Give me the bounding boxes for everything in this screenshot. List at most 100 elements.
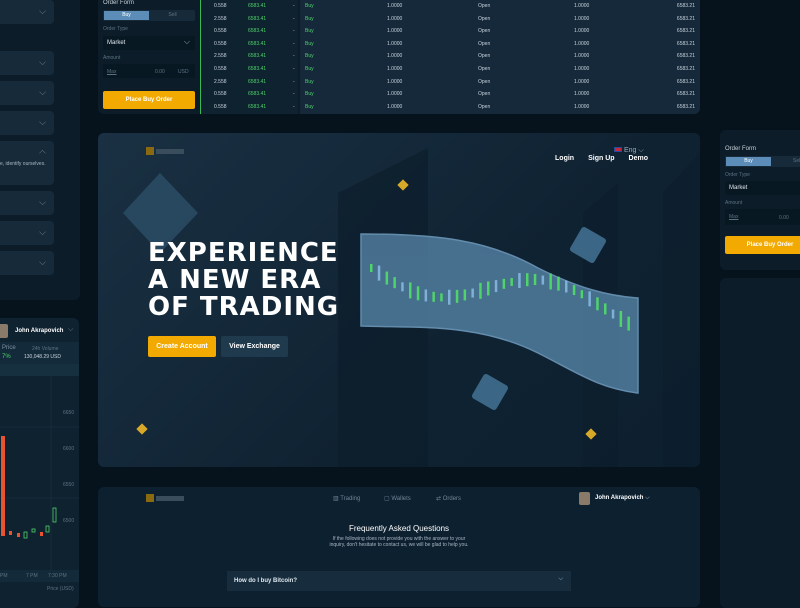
candle bbox=[45, 525, 50, 533]
faq-item[interactable]: ⌵ bbox=[0, 221, 54, 245]
order-book-row[interactable]: 0.558 6583.41- bbox=[201, 0, 298, 12]
chevron-down-icon: ⌵ bbox=[39, 117, 46, 127]
login-link[interactable]: Login bbox=[555, 155, 574, 162]
trading-panel: Order Form Buy Sell Order Type Market ⌵ A… bbox=[98, 0, 700, 114]
ribbon-candle bbox=[588, 291, 591, 307]
hero-title: EXPERIENCE A NEW ERA OF TRADING bbox=[148, 238, 340, 322]
ribbon-candle bbox=[510, 277, 513, 286]
candle bbox=[1, 436, 5, 536]
ribbon-candle bbox=[416, 286, 420, 301]
tab-wallets[interactable]: ▢ Wallets bbox=[384, 495, 411, 502]
table-row[interactable]: Buy 1.0000 Open 1.0000 6583.21 bbox=[300, 101, 700, 113]
ribbon-candle bbox=[549, 273, 552, 290]
candle bbox=[52, 507, 57, 523]
ribbon-candle bbox=[518, 273, 521, 289]
max-link[interactable]: Max bbox=[729, 214, 738, 220]
order-book-row[interactable]: 2.558 6583.41- bbox=[201, 50, 298, 62]
faq-item[interactable]: ⌵ bbox=[0, 51, 54, 75]
order-type-select[interactable]: Market bbox=[725, 181, 800, 195]
place-buy-order-button[interactable]: Place Buy Order bbox=[725, 236, 800, 254]
order-book-row[interactable]: 0.558 6583.41- bbox=[201, 25, 298, 37]
faq-item[interactable]: ⌵ bbox=[0, 81, 54, 105]
ribbon-candle bbox=[448, 289, 451, 305]
logo bbox=[146, 147, 154, 155]
faq-title: Frequently Asked Questions bbox=[348, 524, 450, 533]
order-form: Order Form Buy Sell Order Type Market ⌵ A… bbox=[98, 0, 199, 114]
sell-tab[interactable]: Sell bbox=[151, 11, 194, 20]
order-book-row[interactable]: 2.558 6583.41- bbox=[201, 76, 298, 88]
max-link[interactable]: Max bbox=[107, 69, 116, 75]
candlestick-chart bbox=[0, 376, 79, 572]
amount-input[interactable]: Max 0.00 bbox=[725, 209, 800, 225]
ribbon-candle bbox=[611, 309, 615, 319]
chevron-down-icon: ⌵ bbox=[39, 257, 46, 267]
chevron-down-icon: ⌵ bbox=[39, 6, 46, 16]
ribbon-candle bbox=[409, 282, 412, 299]
faq-item[interactable]: ⌵ bbox=[0, 111, 54, 135]
order-book-row[interactable]: 0.558 6583.41- bbox=[201, 38, 298, 50]
ribbon-candle bbox=[463, 289, 467, 301]
orders-table: Buy 1.0000 Open 1.0000 6583.21 Buy 1.0000 Open 1… bbox=[300, 0, 700, 114]
order-book-row[interactable]: 0.558 6583.41- bbox=[201, 101, 298, 113]
table-row[interactable]: Buy 1.0000 Open 1.0000 6583.21 bbox=[300, 38, 700, 50]
ribbon-candle bbox=[432, 291, 435, 302]
right-panel bbox=[720, 278, 800, 608]
left-chart-panel: John Akrapovich ⌵ Price 7% 24h Volume 13… bbox=[0, 318, 79, 608]
place-buy-order-button[interactable]: Place Buy Order bbox=[103, 91, 195, 109]
demo-link[interactable]: Demo bbox=[629, 155, 648, 162]
ribbon-candle bbox=[526, 273, 529, 287]
table-row[interactable]: Buy 1.0000 Open 1.0000 6583.21 bbox=[300, 0, 700, 12]
table-row[interactable]: Buy 1.0000 Open 1.0000 6583.21 bbox=[300, 13, 700, 25]
signup-link[interactable]: Sign Up bbox=[588, 155, 614, 162]
tab-orders[interactable]: ⇄ Orders bbox=[436, 495, 461, 502]
chevron-down-icon: ⌵ bbox=[39, 57, 46, 67]
faq-panel: ▥ Trading ▢ Wallets ⇄ Orders John Akrapo… bbox=[98, 487, 700, 607]
ribbon-candle bbox=[455, 289, 459, 303]
user-menu[interactable]: John Akrapovich ⌵ bbox=[595, 495, 650, 502]
user-name[interactable]: John Akrapovich bbox=[15, 328, 63, 334]
candle bbox=[23, 531, 28, 539]
sell-tab[interactable]: Sell bbox=[793, 157, 800, 166]
ribbon-candle bbox=[572, 285, 576, 296]
faq-item[interactable]: ⌵ bbox=[0, 191, 54, 215]
ribbon-candle bbox=[370, 264, 373, 272]
table-row[interactable]: Buy 1.0000 Open 1.0000 6583.21 bbox=[300, 88, 700, 100]
candle bbox=[9, 531, 12, 535]
create-account-button[interactable]: Create Account bbox=[148, 336, 216, 357]
logo bbox=[146, 494, 154, 502]
order-book-row[interactable]: 0.558 6583.41- bbox=[201, 88, 298, 100]
ribbon-candle bbox=[604, 303, 607, 315]
table-row[interactable]: Buy 1.0000 Open 1.0000 6583.21 bbox=[300, 63, 700, 75]
ribbon-candle bbox=[424, 289, 428, 302]
ribbon-candle bbox=[565, 280, 568, 293]
avatar bbox=[0, 324, 8, 338]
ribbon-candle bbox=[393, 277, 396, 289]
chevron-down-icon: ⌵ bbox=[558, 576, 563, 582]
candle bbox=[17, 533, 20, 537]
faq-question[interactable]: How do I buy Bitcoin? ⌵ bbox=[227, 571, 571, 591]
chevron-down-icon[interactable]: ⌵ bbox=[68, 326, 73, 334]
order-book: 0.558 6583.41-2.558 6583.41-0.558 6583.41-0… bbox=[200, 0, 298, 114]
view-exchange-button[interactable]: View Exchange bbox=[221, 336, 288, 357]
uk-flag-icon bbox=[614, 147, 622, 152]
ribbon-candle bbox=[580, 290, 584, 299]
buy-tab[interactable]: Buy bbox=[726, 157, 771, 166]
amount-input[interactable]: Max 0.00 USD bbox=[103, 64, 195, 78]
avatar bbox=[579, 492, 590, 505]
ribbon-candle bbox=[627, 316, 630, 331]
table-row[interactable]: Buy 1.0000 Open 1.0000 6583.21 bbox=[300, 25, 700, 37]
buy-tab[interactable]: Buy bbox=[104, 11, 149, 20]
order-book-row[interactable]: 0.558 6583.41- bbox=[201, 63, 298, 75]
ribbon-candle bbox=[377, 265, 381, 281]
order-type-select[interactable]: Market ⌵ bbox=[103, 36, 195, 50]
right-order-form: Order Form Buy Sell Order Type Market Am… bbox=[720, 130, 800, 270]
table-row[interactable]: Buy 1.0000 Open 1.0000 6583.21 bbox=[300, 76, 700, 88]
faq-item-open[interactable]: ⌵ e, identify ourselves. bbox=[0, 141, 54, 185]
chevron-down-icon: ⌵ bbox=[39, 197, 46, 207]
order-book-row[interactable]: 2.558 6583.41- bbox=[201, 13, 298, 25]
language-select[interactable]: Eng ⌵ bbox=[614, 147, 644, 155]
tab-trading[interactable]: ▥ Trading bbox=[333, 495, 360, 502]
faq-item[interactable]: ⌵ bbox=[0, 0, 54, 24]
faq-item[interactable]: ⌵ bbox=[0, 251, 54, 275]
table-row[interactable]: Buy 1.0000 Open 1.0000 6583.21 bbox=[300, 50, 700, 62]
